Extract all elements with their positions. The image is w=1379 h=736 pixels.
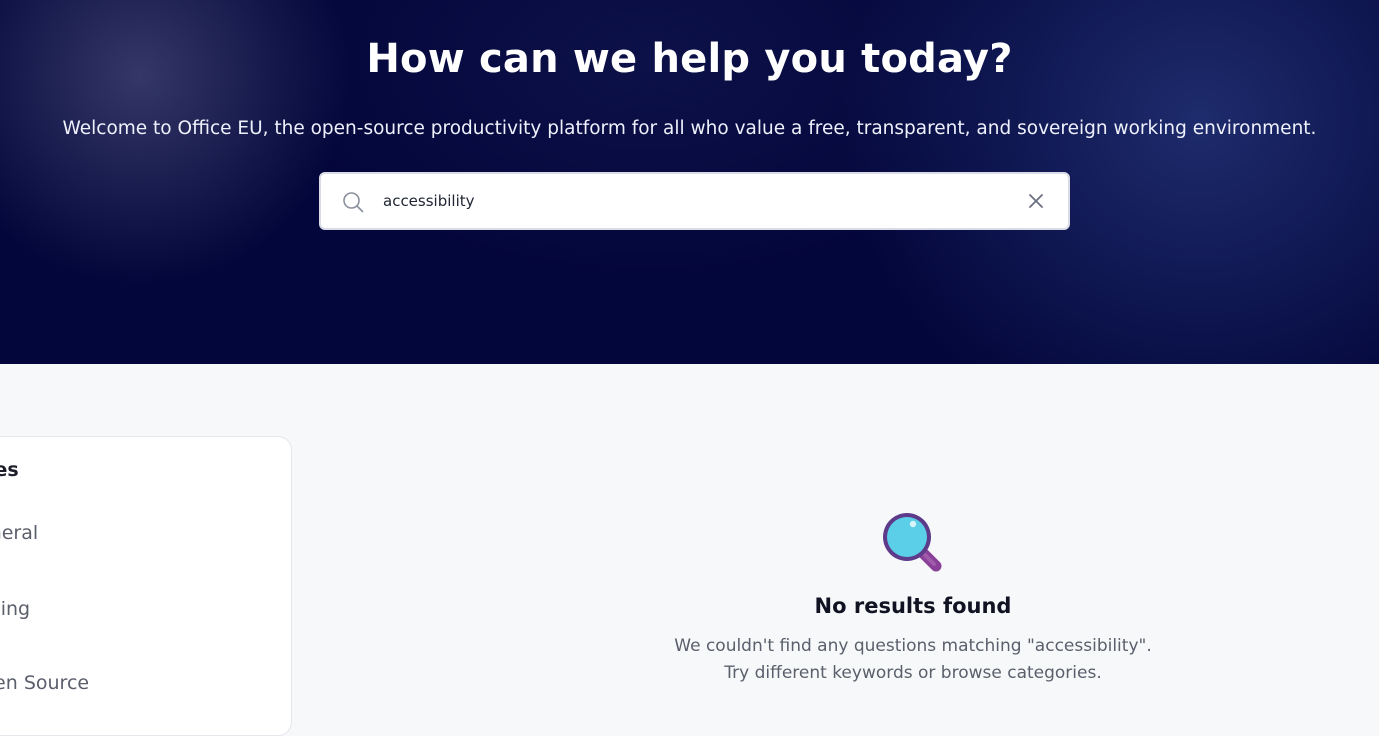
category-open-source[interactable]: pen Source: [0, 672, 89, 694]
no-results-title: No results found: [814, 594, 1012, 618]
search-input[interactable]: [383, 186, 1003, 216]
search-icon: [343, 192, 364, 213]
hero-banner: How can we help you today? Welcome to Of…: [0, 0, 1379, 364]
category-general[interactable]: eneral: [0, 522, 38, 544]
category-pricing[interactable]: icing: [0, 598, 30, 620]
no-results-message: We couldn't find any questions matching …: [563, 633, 1263, 687]
magnifying-glass-icon: [883, 513, 942, 572]
hero-subtitle: Welcome to Office EU, the open-source pr…: [62, 118, 1317, 139]
page-title: How can we help you today?: [366, 36, 1013, 82]
no-results-message-line1: We couldn't find any questions matching …: [674, 636, 1152, 656]
sidebar-heading: ies: [0, 459, 19, 481]
search-box[interactable]: [319, 172, 1070, 230]
no-results-message-line2: Try different keywords or browse categor…: [724, 663, 1102, 683]
clear-search-button[interactable]: [1027, 192, 1045, 210]
